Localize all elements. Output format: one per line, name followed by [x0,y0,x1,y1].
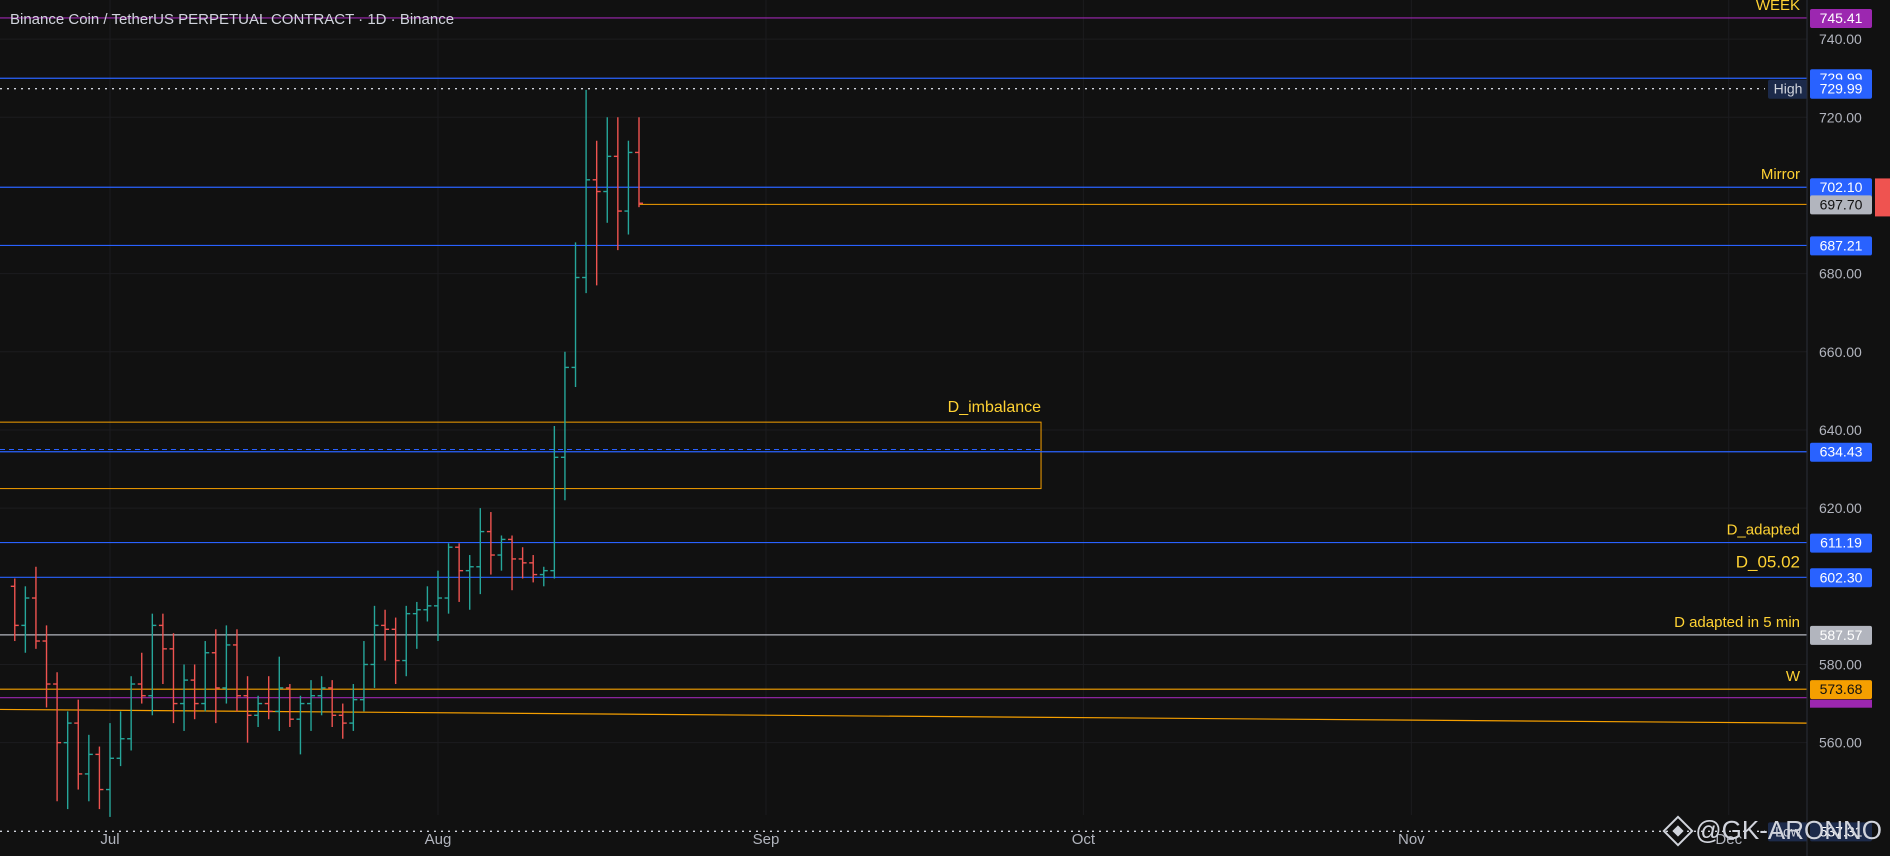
y-tick-label: 740.00 [1819,31,1862,47]
level-note: D_adapted [1727,522,1800,539]
level-price-label: 634.43 [1820,444,1863,460]
chart-title: Binance Coin / TetherUS PERPETUAL CONTRA… [10,11,455,28]
purple-price-tag [1810,699,1872,708]
imbalance-label: D_imbalance [948,399,1041,416]
level-price-label: 745.41 [1820,10,1863,26]
last-price-label: 697.70 [1820,196,1863,212]
y-tick-label: 640.00 [1819,422,1862,438]
high-tag: High [1774,81,1803,97]
y-tick-label: 720.00 [1819,109,1862,125]
level-price-label: 687.21 [1820,237,1863,253]
level-price-label: 611.19 [1820,535,1862,551]
x-tick-label: Aug [425,831,452,848]
level-note: Mirror [1761,166,1800,183]
level-note: D_05.02 [1736,552,1800,571]
level-note: WEEK [1756,0,1800,14]
level-price-label: 702.10 [1820,179,1863,195]
x-tick-label: Nov [1398,831,1425,848]
y-tick-label: 620.00 [1819,500,1862,516]
binance-diamond-icon [1662,814,1694,847]
x-tick-label: Sep [753,831,780,848]
level-note: D adapted in 5 min [1674,614,1800,631]
price-chart[interactable]: D_imbalance WEEK Mirror D_adapted D_05.02 D a… [0,0,1890,856]
x-tick-label: Jul [100,831,119,848]
y-tick-label: 580.00 [1819,656,1862,672]
y-tick-label: 680.00 [1819,266,1862,282]
high-price-label: 729.99 [1820,81,1863,97]
watermark: @GK-ARONNO [1662,814,1882,847]
x-tick-label: Oct [1072,831,1096,848]
level-price-label: 573.68 [1820,681,1863,697]
y-tick-label: 660.00 [1819,344,1862,360]
y-tick-label: 560.00 [1819,735,1862,751]
level-note: W [1786,668,1801,685]
watermark-text: @GK-ARONNO [1695,815,1882,845]
chart-background [0,0,1890,856]
level-price-label: 602.30 [1820,569,1863,585]
level-price-label: 587.57 [1820,627,1863,643]
countdown-tag [1875,178,1890,217]
